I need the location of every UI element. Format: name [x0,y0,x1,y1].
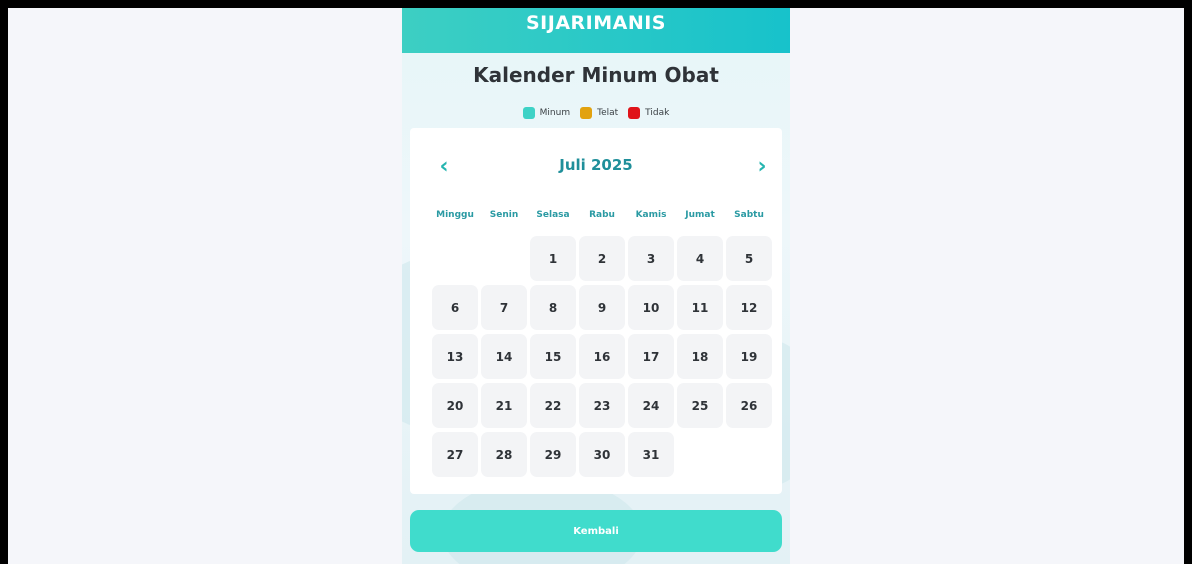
calendar-day-14[interactable]: 14 [481,334,527,379]
calendar-day-8[interactable]: 8 [530,285,576,330]
calendar-day-2[interactable]: 2 [579,236,625,281]
legend-item-minum: Minum [522,107,571,119]
calendar-day-5[interactable]: 5 [726,236,772,281]
weekday-senin: Senin [489,210,519,220]
calendar-day-3[interactable]: 3 [628,236,674,281]
weekday-jumat: Jumat [685,210,715,220]
calendar-day-12[interactable]: 12 [726,285,772,330]
calendar-day-25[interactable]: 25 [677,383,723,428]
weekday-kamis: Kamis [635,210,667,220]
weekday-sabtu: Sabtu [734,210,764,220]
weekday-minggu: Minggu [436,210,474,220]
legend-swatch-telat [580,107,593,119]
calendar-day-16[interactable]: 16 [579,334,625,379]
calendar-day-6[interactable]: 6 [432,285,478,330]
calendar-day-27[interactable]: 27 [432,432,478,477]
legend-swatch-minum [522,107,535,119]
calendar-day-24[interactable]: 24 [628,383,674,428]
calendar-day-28[interactable]: 28 [481,432,527,477]
calendar-day-10[interactable]: 10 [628,285,674,330]
calendar-day-19[interactable]: 19 [726,334,772,379]
calendar-day-18[interactable]: 18 [677,334,723,379]
legend-swatch-tidak [628,107,641,119]
month-label: Juli 2025 [559,156,633,174]
browser-viewport: SIJARIMANIS Kalender Minum Obat Minum Te… [8,8,1184,564]
legend-label-telat: Telat [597,108,619,118]
calendar-day-29[interactable]: 29 [530,432,576,477]
app-header: SIJARIMANIS [402,8,790,53]
chevron-right-icon: › [757,153,767,179]
calendar-day-30[interactable]: 30 [579,432,625,477]
next-month-button[interactable]: › [752,153,772,179]
legend-label-tidak: Tidak [645,108,670,118]
calendar-day-4[interactable]: 4 [677,236,723,281]
weekday-selasa: Selasa [536,210,570,220]
calendar-day-1[interactable]: 1 [530,236,576,281]
calendar-day-17[interactable]: 17 [628,334,674,379]
weekday-rabu: Rabu [589,210,615,220]
calendar-day-15[interactable]: 15 [530,334,576,379]
calendar-day-11[interactable]: 11 [677,285,723,330]
legend-item-tidak: Tidak [628,107,669,119]
calendar-day-21[interactable]: 21 [481,383,527,428]
legend: Minum Telat Tidak [402,107,790,119]
app-title: SIJARIMANIS [526,11,666,34]
calendar-day-7[interactable]: 7 [481,285,527,330]
calendar-day-20[interactable]: 20 [432,383,478,428]
back-button[interactable]: Kembali [410,510,782,552]
app-screen: SIJARIMANIS Kalender Minum Obat Minum Te… [402,8,790,564]
calendar-day-23[interactable]: 23 [579,383,625,428]
calendar-day-31[interactable]: 31 [628,432,674,477]
legend-label-minum: Minum [539,108,571,118]
calendar-day-26[interactable]: 26 [726,383,772,428]
legend-item-telat: Telat [580,107,618,119]
page-title: Kalender Minum Obat [473,63,719,87]
calendar-day-22[interactable]: 22 [530,383,576,428]
calendar-day-9[interactable]: 9 [579,285,625,330]
calendar-day-13[interactable]: 13 [432,334,478,379]
